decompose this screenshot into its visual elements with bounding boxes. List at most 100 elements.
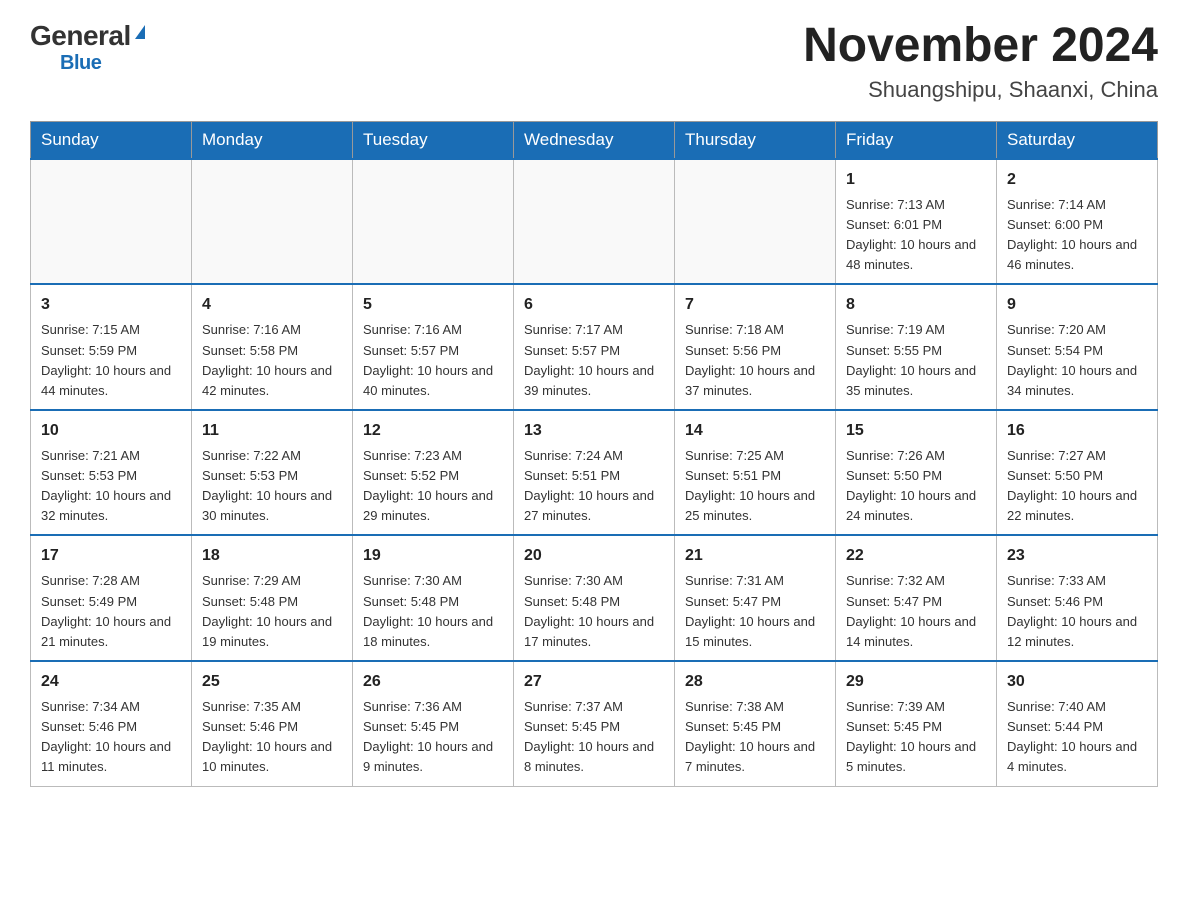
calendar-cell: 11 Sunrise: 7:22 AM Sunset: 5:53 PM Dayli…: [192, 410, 353, 536]
day-number: 23: [1007, 544, 1147, 568]
calendar-cell: 13 Sunrise: 7:24 AM Sunset: 5:51 PM Dayli…: [514, 410, 675, 536]
calendar-week-3: 10 Sunrise: 7:21 AM Sunset: 5:53 PM Dayli…: [31, 410, 1158, 536]
calendar-cell: 2 Sunrise: 7:14 AM Sunset: 6:00 PM Daylig…: [997, 159, 1158, 285]
day-info: Sunrise: 7:16 AM Sunset: 5:58 PM Dayligh…: [202, 320, 342, 401]
logo-triangle-icon: [135, 25, 145, 39]
day-number: 25: [202, 670, 342, 694]
day-info: Sunrise: 7:38 AM Sunset: 5:45 PM Dayligh…: [685, 697, 825, 778]
day-info: Sunrise: 7:39 AM Sunset: 5:45 PM Dayligh…: [846, 697, 986, 778]
calendar-cell: 20 Sunrise: 7:30 AM Sunset: 5:48 PM Dayli…: [514, 535, 675, 661]
day-number: 14: [685, 419, 825, 443]
logo: General Blue: [30, 20, 145, 75]
day-info: Sunrise: 7:32 AM Sunset: 5:47 PM Dayligh…: [846, 571, 986, 652]
calendar-cell: 27 Sunrise: 7:37 AM Sunset: 5:45 PM Dayli…: [514, 661, 675, 786]
calendar-cell: 28 Sunrise: 7:38 AM Sunset: 5:45 PM Dayli…: [675, 661, 836, 786]
day-number: 12: [363, 419, 503, 443]
day-info: Sunrise: 7:20 AM Sunset: 5:54 PM Dayligh…: [1007, 320, 1147, 401]
day-info: Sunrise: 7:22 AM Sunset: 5:53 PM Dayligh…: [202, 446, 342, 527]
calendar-cell: 4Sunrise: 7:16 AM Sunset: 5:58 PM Daylig…: [192, 284, 353, 410]
day-number: 1: [846, 168, 986, 192]
col-header-thursday: Thursday: [675, 121, 836, 159]
calendar-cell: 21 Sunrise: 7:31 AM Sunset: 5:47 PM Dayli…: [675, 535, 836, 661]
day-number: 13: [524, 419, 664, 443]
day-info: Sunrise: 7:26 AM Sunset: 5:50 PM Dayligh…: [846, 446, 986, 527]
day-info: Sunrise: 7:29 AM Sunset: 5:48 PM Dayligh…: [202, 571, 342, 652]
day-info: Sunrise: 7:40 AM Sunset: 5:44 PM Dayligh…: [1007, 697, 1147, 778]
calendar-cell: 3 Sunrise: 7:15 AM Sunset: 5:59 PM Daylig…: [31, 284, 192, 410]
col-header-saturday: Saturday: [997, 121, 1158, 159]
calendar-cell: 15 Sunrise: 7:26 AM Sunset: 5:50 PM Dayli…: [836, 410, 997, 536]
day-info: Sunrise: 7:24 AM Sunset: 5:51 PM Dayligh…: [524, 446, 664, 527]
day-number: 5: [363, 293, 503, 317]
day-info: Sunrise: 7:34 AM Sunset: 5:46 PM Dayligh…: [41, 697, 181, 778]
location-title: Shuangshipu, Shaanxi, China: [803, 77, 1158, 103]
calendar-week-1: 1Sunrise: 7:13 AM Sunset: 6:01 PM Daylig…: [31, 159, 1158, 285]
calendar-cell: 14 Sunrise: 7:25 AM Sunset: 5:51 PM Dayli…: [675, 410, 836, 536]
day-number: 2: [1007, 168, 1147, 192]
day-info: Sunrise: 7:27 AM Sunset: 5:50 PM Dayligh…: [1007, 446, 1147, 527]
day-number: 27: [524, 670, 664, 694]
day-info: Sunrise: 7:14 AM Sunset: 6:00 PM Dayligh…: [1007, 195, 1147, 276]
day-number: 26: [363, 670, 503, 694]
month-title: November 2024: [803, 20, 1158, 73]
day-number: 21: [685, 544, 825, 568]
day-number: 19: [363, 544, 503, 568]
calendar-cell: 22 Sunrise: 7:32 AM Sunset: 5:47 PM Dayli…: [836, 535, 997, 661]
day-number: 29: [846, 670, 986, 694]
day-info: Sunrise: 7:28 AM Sunset: 5:49 PM Dayligh…: [41, 571, 181, 652]
calendar-cell: 23 Sunrise: 7:33 AM Sunset: 5:46 PM Dayli…: [997, 535, 1158, 661]
day-number: 10: [41, 419, 181, 443]
day-number: 6: [524, 293, 664, 317]
day-info: Sunrise: 7:18 AM Sunset: 5:56 PM Dayligh…: [685, 320, 825, 401]
page-header: General Blue November 2024 Shuangshipu, …: [30, 20, 1158, 103]
day-info: Sunrise: 7:21 AM Sunset: 5:53 PM Dayligh…: [41, 446, 181, 527]
col-header-wednesday: Wednesday: [514, 121, 675, 159]
calendar-cell: 1Sunrise: 7:13 AM Sunset: 6:01 PM Daylig…: [836, 159, 997, 285]
day-number: 15: [846, 419, 986, 443]
calendar-cell: 6Sunrise: 7:17 AM Sunset: 5:57 PM Daylig…: [514, 284, 675, 410]
calendar-cell: 29 Sunrise: 7:39 AM Sunset: 5:45 PM Dayli…: [836, 661, 997, 786]
calendar-cell: 25Sunrise: 7:35 AM Sunset: 5:46 PM Dayli…: [192, 661, 353, 786]
day-info: Sunrise: 7:25 AM Sunset: 5:51 PM Dayligh…: [685, 446, 825, 527]
calendar-cell: [353, 159, 514, 285]
calendar-cell: [675, 159, 836, 285]
day-info: Sunrise: 7:37 AM Sunset: 5:45 PM Dayligh…: [524, 697, 664, 778]
calendar-header-row: SundayMondayTuesdayWednesdayThursdayFrid…: [31, 121, 1158, 159]
calendar-cell: 5 Sunrise: 7:16 AM Sunset: 5:57 PM Daylig…: [353, 284, 514, 410]
calendar-cell: 19Sunrise: 7:30 AM Sunset: 5:48 PM Dayli…: [353, 535, 514, 661]
day-info: Sunrise: 7:30 AM Sunset: 5:48 PM Dayligh…: [524, 571, 664, 652]
day-info: Sunrise: 7:31 AM Sunset: 5:47 PM Dayligh…: [685, 571, 825, 652]
day-number: 17: [41, 544, 181, 568]
calendar-table: SundayMondayTuesdayWednesdayThursdayFrid…: [30, 121, 1158, 787]
calendar-week-2: 3 Sunrise: 7:15 AM Sunset: 5:59 PM Daylig…: [31, 284, 1158, 410]
calendar-cell: 9 Sunrise: 7:20 AM Sunset: 5:54 PM Daylig…: [997, 284, 1158, 410]
calendar-cell: 18 Sunrise: 7:29 AM Sunset: 5:48 PM Dayli…: [192, 535, 353, 661]
day-number: 30: [1007, 670, 1147, 694]
calendar-cell: 8 Sunrise: 7:19 AM Sunset: 5:55 PM Daylig…: [836, 284, 997, 410]
calendar-cell: 30 Sunrise: 7:40 AM Sunset: 5:44 PM Dayli…: [997, 661, 1158, 786]
calendar-cell: [192, 159, 353, 285]
day-number: 18: [202, 544, 342, 568]
day-number: 3: [41, 293, 181, 317]
day-number: 8: [846, 293, 986, 317]
day-number: 11: [202, 419, 342, 443]
title-area: November 2024 Shuangshipu, Shaanxi, Chin…: [803, 20, 1158, 103]
calendar-cell: 17 Sunrise: 7:28 AM Sunset: 5:49 PM Dayli…: [31, 535, 192, 661]
day-info: Sunrise: 7:16 AM Sunset: 5:57 PM Dayligh…: [363, 320, 503, 401]
day-number: 20: [524, 544, 664, 568]
calendar-cell: 24Sunrise: 7:34 AM Sunset: 5:46 PM Dayli…: [31, 661, 192, 786]
col-header-friday: Friday: [836, 121, 997, 159]
day-number: 9: [1007, 293, 1147, 317]
day-info: Sunrise: 7:15 AM Sunset: 5:59 PM Dayligh…: [41, 320, 181, 401]
calendar-cell: 16 Sunrise: 7:27 AM Sunset: 5:50 PM Dayli…: [997, 410, 1158, 536]
calendar-cell: 26Sunrise: 7:36 AM Sunset: 5:45 PM Dayli…: [353, 661, 514, 786]
calendar-cell: 7Sunrise: 7:18 AM Sunset: 5:56 PM Daylig…: [675, 284, 836, 410]
col-header-tuesday: Tuesday: [353, 121, 514, 159]
calendar-cell: 10 Sunrise: 7:21 AM Sunset: 5:53 PM Dayli…: [31, 410, 192, 536]
calendar-week-4: 17 Sunrise: 7:28 AM Sunset: 5:49 PM Dayli…: [31, 535, 1158, 661]
day-number: 16: [1007, 419, 1147, 443]
day-number: 22: [846, 544, 986, 568]
day-info: Sunrise: 7:19 AM Sunset: 5:55 PM Dayligh…: [846, 320, 986, 401]
day-info: Sunrise: 7:33 AM Sunset: 5:46 PM Dayligh…: [1007, 571, 1147, 652]
day-number: 28: [685, 670, 825, 694]
